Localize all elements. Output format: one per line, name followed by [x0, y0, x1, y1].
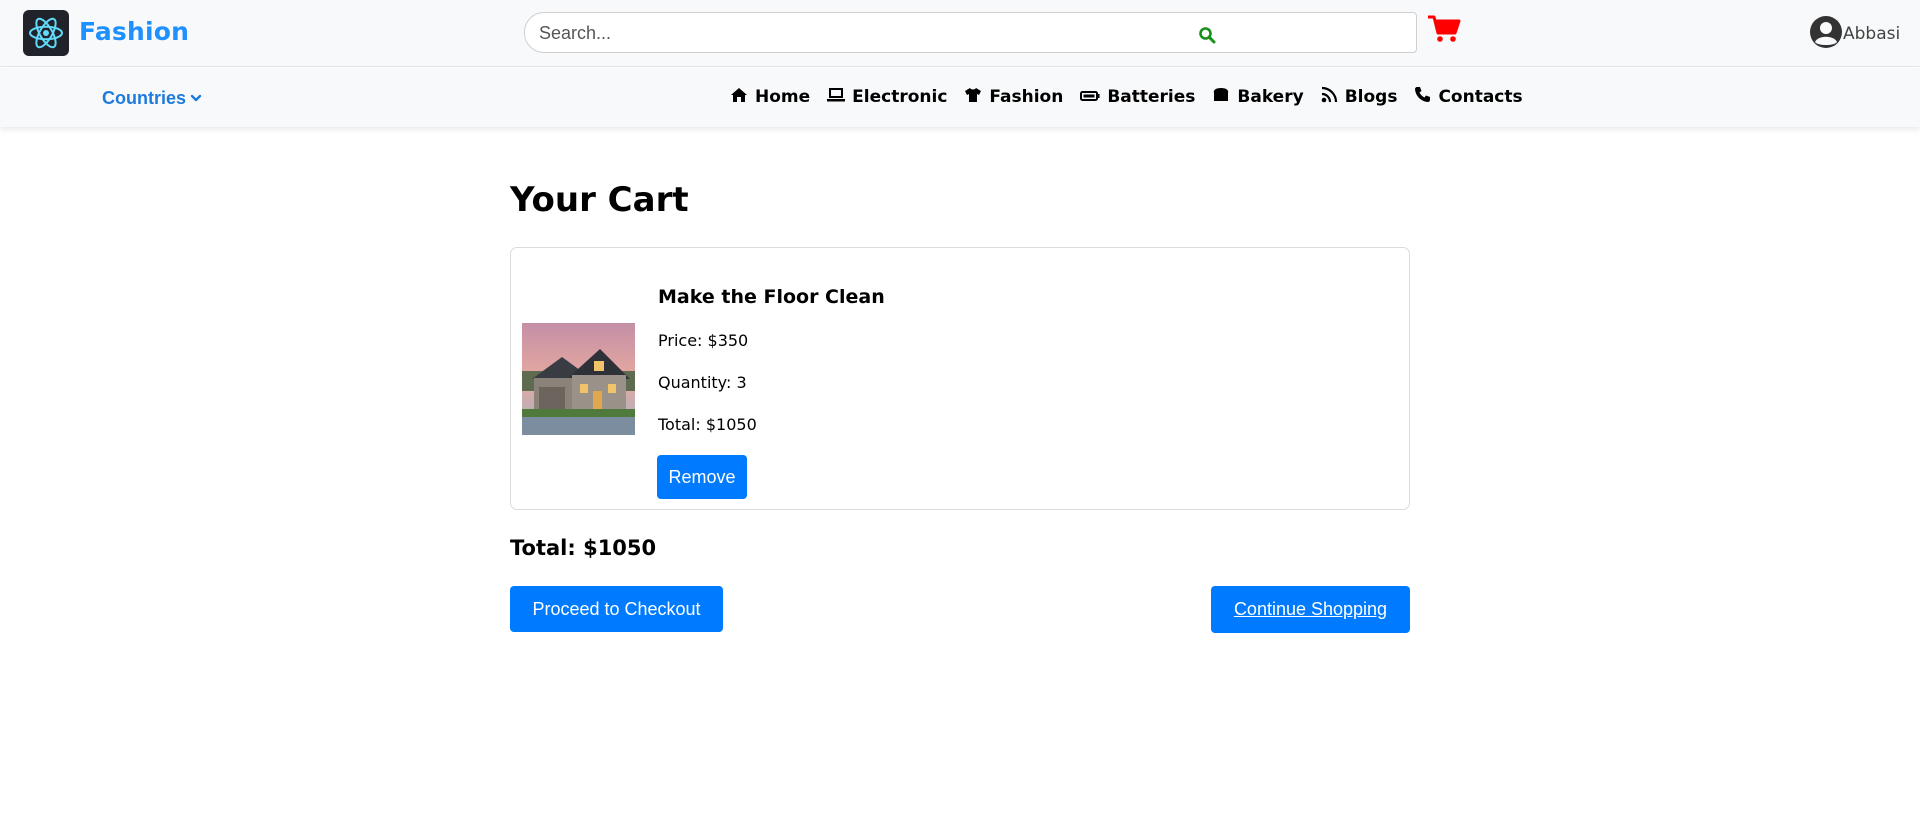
shopping-cart-icon[interactable] — [1427, 14, 1461, 49]
nav-label: Batteries — [1107, 87, 1196, 107]
cart-total: Total: $1050 — [510, 536, 657, 560]
item-price: Price: $350 — [658, 331, 749, 350]
main-navbar: Countries Home Electronic Fashion Batter… — [0, 68, 1920, 127]
nav-item-fashion[interactable]: Fashion — [964, 87, 1063, 108]
laptop-icon — [827, 87, 852, 107]
battery-icon — [1080, 87, 1107, 107]
checkout-button[interactable]: Proceed to Checkout — [510, 586, 723, 632]
item-name: Make the Floor Clean — [658, 286, 885, 308]
username[interactable]: Abbasi — [1843, 24, 1900, 44]
bread-icon — [1212, 87, 1237, 107]
chevron-down-icon — [190, 88, 202, 109]
nav-label: Blogs — [1344, 87, 1398, 107]
nav-label: Home — [755, 87, 811, 107]
user-circle-icon[interactable] — [1810, 16, 1842, 53]
item-quantity: Quantity: 3 — [658, 373, 747, 392]
page-title: Your Cart — [510, 180, 689, 220]
nav-item-bakery[interactable]: Bakery — [1212, 87, 1304, 107]
cart-item-card: Make the Floor Clean Price: $350 Quantit… — [510, 247, 1410, 510]
countries-dropdown[interactable]: Countries — [102, 88, 202, 109]
tshirt-icon — [964, 87, 989, 108]
search-input[interactable] — [539, 19, 1179, 47]
nav-item-home[interactable]: Home — [730, 87, 810, 108]
nav-links: Home Electronic Fashion Batteries Bakery — [730, 86, 1540, 108]
product-image[interactable] — [522, 323, 635, 435]
countries-label: Countries — [102, 88, 187, 108]
react-atom-icon[interactable] — [23, 10, 69, 56]
remove-button[interactable]: Remove — [657, 455, 747, 499]
nav-item-contacts[interactable]: Contacts — [1414, 86, 1523, 108]
nav-item-batteries[interactable]: Batteries — [1080, 87, 1195, 107]
nav-item-electronic[interactable]: Electronic — [827, 87, 947, 107]
top-header: Fashion Abbasi — [0, 0, 1920, 67]
nav-label: Electronic — [852, 87, 948, 107]
search-icon[interactable] — [1198, 26, 1216, 49]
rss-icon — [1321, 86, 1345, 108]
continue-shopping-button[interactable]: Continue Shopping — [1211, 586, 1410, 633]
home-icon — [730, 87, 755, 108]
nav-label: Fashion — [989, 87, 1064, 107]
nav-label: Bakery — [1237, 87, 1304, 107]
phone-icon — [1414, 86, 1438, 108]
search-bar — [524, 12, 1417, 53]
nav-label: Contacts — [1438, 87, 1523, 107]
nav-item-blogs[interactable]: Blogs — [1321, 86, 1398, 108]
brand-name[interactable]: Fashion — [79, 17, 189, 46]
item-total: Total: $1050 — [658, 415, 757, 434]
